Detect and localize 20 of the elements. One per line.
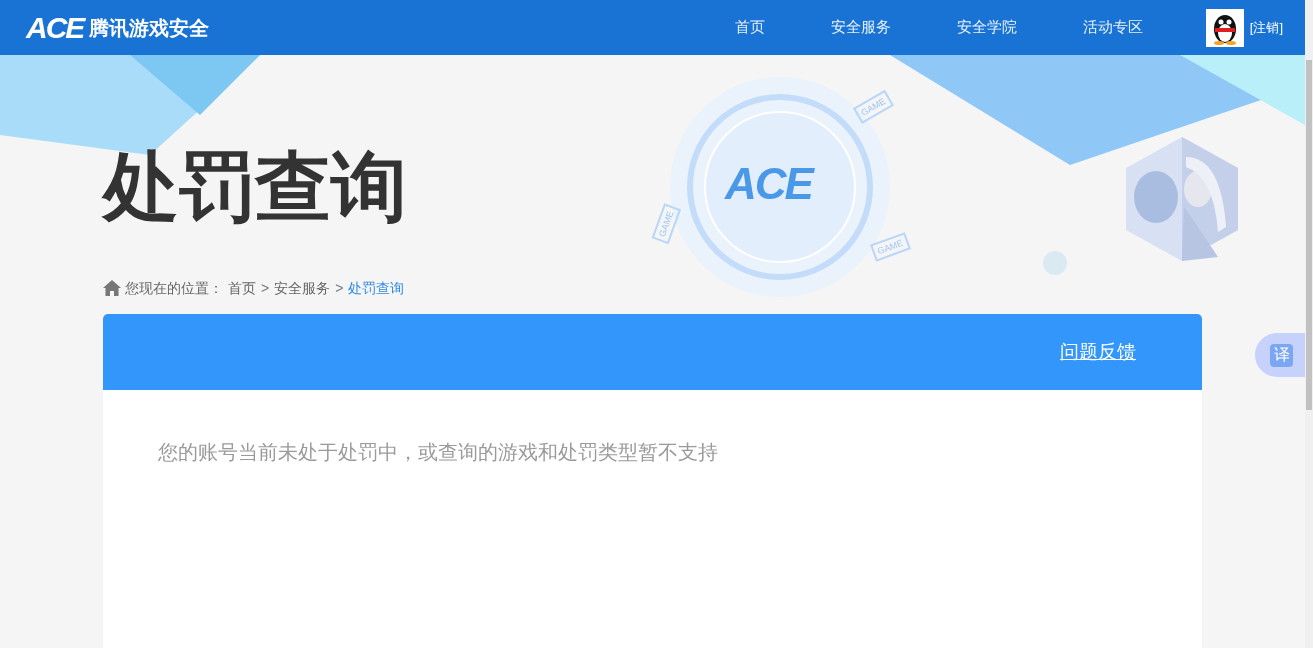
breadcrumb-link[interactable]: 首页 <box>228 277 256 299</box>
feedback-link[interactable]: 问题反馈 <box>1060 337 1136 367</box>
status-message: 您的账号当前未处于处罚中，或查询的游戏和处罚类型暂不支持 <box>158 440 718 465</box>
breadcrumb-link[interactable]: 处罚查询 <box>348 277 405 299</box>
logout-link[interactable]: [注销] <box>1249 17 1283 38</box>
nav-link[interactable]: 首页 <box>701 16 798 39</box>
nav-link[interactable]: 安全学院 <box>923 16 1050 39</box>
nav-link[interactable]: 活动专区 <box>1049 16 1176 39</box>
breadcrumb-link[interactable]: 安全服务 <box>274 277 331 299</box>
emblem-logo: ACE <box>725 162 812 206</box>
nav-link[interactable]: 安全服务 <box>797 16 924 39</box>
home-icon <box>103 280 121 296</box>
avatar[interactable] <box>1205 8 1244 47</box>
page-title: 处罚查询 <box>103 149 407 225</box>
logo[interactable]: ACE <box>26 12 84 43</box>
breadcrumb-separator: > <box>335 278 344 298</box>
breadcrumb-separator: > <box>261 278 270 298</box>
translate-button[interactable]: 译 <box>1255 333 1305 377</box>
breadcrumb-label: 您现在的位置： <box>125 278 223 298</box>
site-name: 腾讯游戏安全 <box>89 15 210 41</box>
